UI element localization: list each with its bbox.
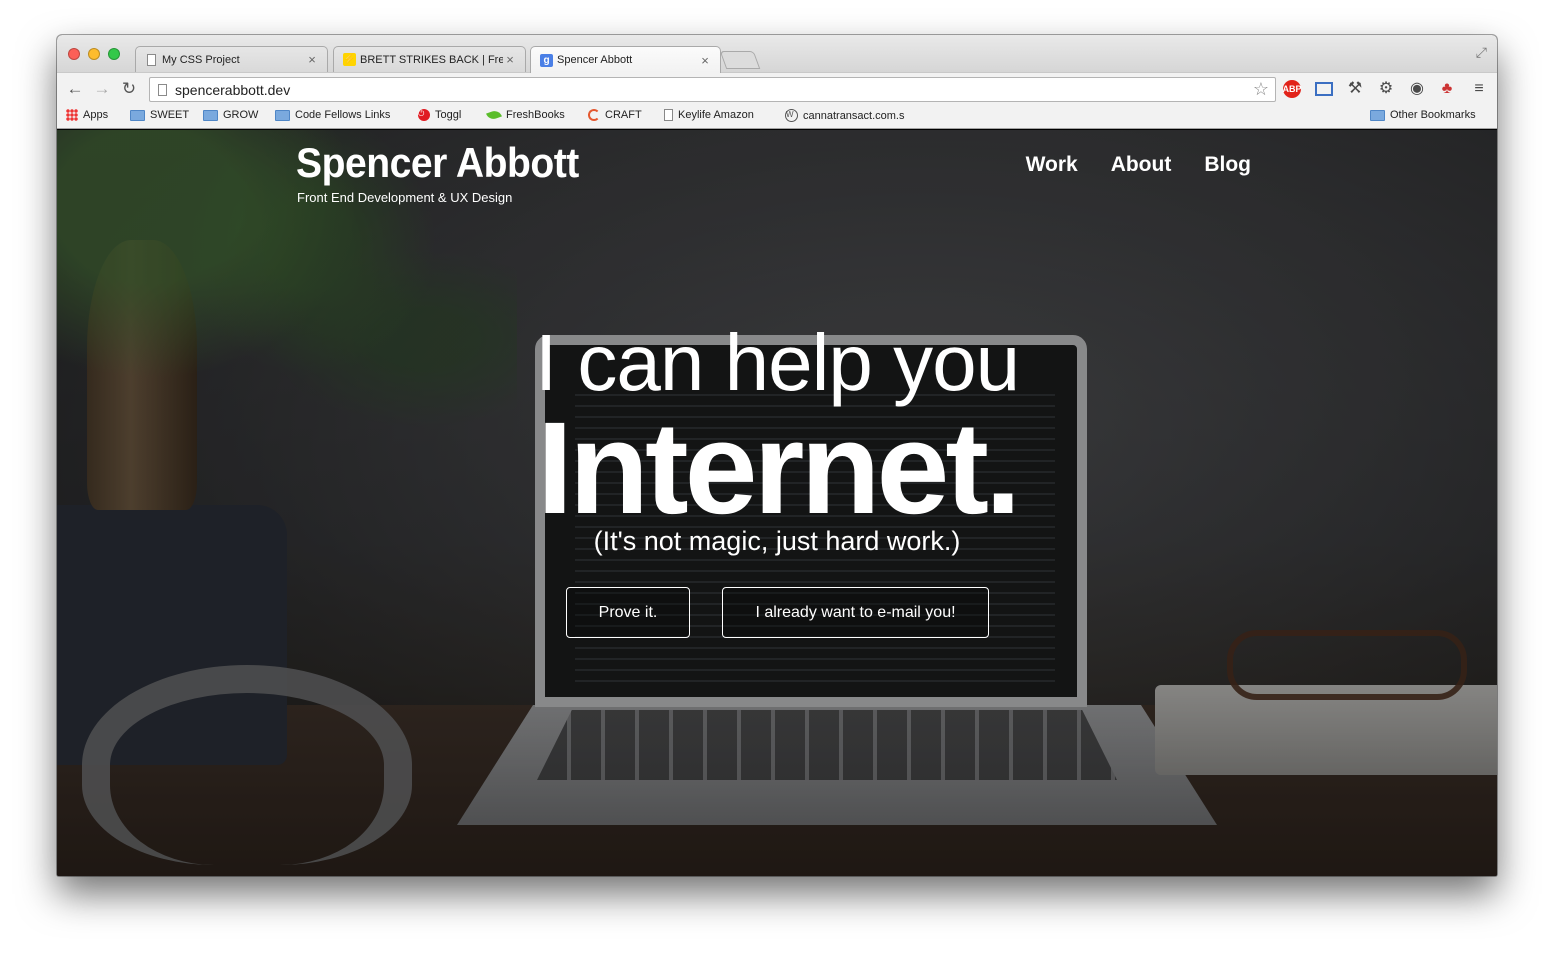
tab-title: Spencer Abbott <box>557 54 633 66</box>
bookmark-label: SWEET <box>150 109 190 121</box>
page-icon <box>158 84 167 96</box>
cherry-extension-icon[interactable]: ♣ <box>1437 80 1457 98</box>
reload-icon[interactable]: ↻ <box>119 79 139 99</box>
tab-close-icon[interactable]: × <box>305 52 319 67</box>
folder-icon <box>203 109 218 121</box>
tab-my-css-project[interactable]: My CSS Project × <box>135 46 328 72</box>
bookmark-keylife-amazon[interactable]: Keylife Amazon <box>664 109 754 121</box>
main-nav: Work About Blog <box>1026 153 1251 177</box>
bookmark-label: cannatransact.com.s <box>803 109 905 122</box>
tab-close-icon[interactable]: × <box>698 53 712 68</box>
bookmark-toggl[interactable]: ⏻ Toggl <box>418 109 461 121</box>
bookmark-label: Keylife Amazon <box>678 109 754 121</box>
browser-toolbar: ← → ↻ ☆ ABP ⚒ ⚙ ◉ ♣ ≡ <box>57 72 1497 105</box>
tools-icon[interactable]: ⚒ <box>1345 80 1365 98</box>
camera-extension-icon[interactable]: ◉ <box>1407 80 1427 98</box>
url-input[interactable] <box>175 80 1235 99</box>
bookmark-label: Other Bookmarks <box>1390 109 1476 121</box>
bookmark-apps[interactable]: Apps <box>66 109 108 121</box>
address-bar[interactable]: ☆ <box>149 77 1276 102</box>
tab-spencer-abbott[interactable]: g Spencer Abbott × <box>530 46 721 73</box>
document-icon <box>145 53 158 66</box>
forward-icon[interactable]: → <box>92 79 112 99</box>
apps-grid-icon <box>66 109 78 121</box>
bookmark-label: FreshBooks <box>506 109 565 121</box>
tab-title: BRETT STRIKES BACK | Fre <box>360 53 503 66</box>
bookmark-sweet[interactable]: SWEET <box>130 109 189 121</box>
tab-close-icon[interactable]: × <box>503 52 517 67</box>
folder-icon <box>130 109 145 121</box>
bookmark-label: Apps <box>83 109 109 121</box>
prove-it-button[interactable]: Prove it. <box>566 587 690 638</box>
bookmarks-bar: Apps SWEET GROW Code Fellows Links ⏻ Tog… <box>57 105 1497 129</box>
page-viewport: Spencer Abbott Front End Development & U… <box>57 130 1497 876</box>
adblock-icon[interactable]: ABP <box>1283 80 1302 98</box>
back-icon[interactable]: ← <box>65 79 85 99</box>
zoom-window-button[interactable] <box>108 48 120 60</box>
fullscreen-icon[interactable]: ⤢ <box>1476 44 1487 61</box>
bookmark-grow[interactable]: GROW <box>203 109 258 121</box>
bookmark-craft[interactable]: CRAFT <box>588 109 642 121</box>
bookmark-cannatransact[interactable]: W cannatransact.com.s <box>785 109 917 122</box>
tab-brett-strikes-back[interactable]: ⚡ BRETT STRIKES BACK | Fre × <box>333 46 526 72</box>
bookmark-code-fellows-links[interactable]: Code Fellows Links <box>275 109 390 121</box>
screenshot-icon[interactable] <box>1315 82 1333 96</box>
tab-title: My CSS Project <box>162 53 240 66</box>
bookmark-freshbooks[interactable]: FreshBooks <box>486 108 565 122</box>
bookmark-label: CRAFT <box>605 109 642 121</box>
craft-icon <box>588 109 600 121</box>
toggl-icon: ⏻ <box>418 109 430 121</box>
email-me-button[interactable]: I already want to e-mail you! <box>722 587 989 638</box>
nav-link-work[interactable]: Work <box>1026 153 1078 177</box>
nav-link-blog[interactable]: Blog <box>1204 153 1251 177</box>
bookmark-other-bookmarks[interactable]: Other Bookmarks <box>1370 109 1476 121</box>
bookmark-label: Toggl <box>435 109 462 121</box>
folder-icon <box>275 109 290 121</box>
hero-subtitle: (It's not magic, just hard work.) <box>593 526 961 556</box>
nav-link-about[interactable]: About <box>1111 153 1172 177</box>
leaf-icon <box>486 108 502 122</box>
hero-heading-line2: Internet. <box>536 394 1022 541</box>
bolt-icon: ⚡ <box>343 53 356 66</box>
menu-icon[interactable]: ≡ <box>1469 80 1489 98</box>
wordpress-icon: W <box>785 109 798 122</box>
bookmark-label: GROW <box>223 109 259 121</box>
new-tab-button[interactable] <box>719 51 761 69</box>
window-controls <box>68 48 120 60</box>
google-icon: g <box>540 53 553 67</box>
folder-icon <box>1370 109 1385 121</box>
bookmark-label: Code Fellows Links <box>295 109 391 121</box>
site-tagline: Front End Development & UX Design <box>297 190 513 205</box>
site-title[interactable]: Spencer Abbott <box>296 139 579 187</box>
gear-icon[interactable]: ⚙ <box>1376 80 1396 98</box>
minimize-window-button[interactable] <box>88 48 100 60</box>
bookmark-star-icon[interactable]: ☆ <box>1253 79 1269 100</box>
tab-strip: My CSS Project × ⚡ BRETT STRIKES BACK | … <box>57 35 1497 73</box>
file-icon <box>664 109 673 121</box>
close-window-button[interactable] <box>68 48 80 60</box>
browser-window: My CSS Project × ⚡ BRETT STRIKES BACK | … <box>57 35 1497 876</box>
